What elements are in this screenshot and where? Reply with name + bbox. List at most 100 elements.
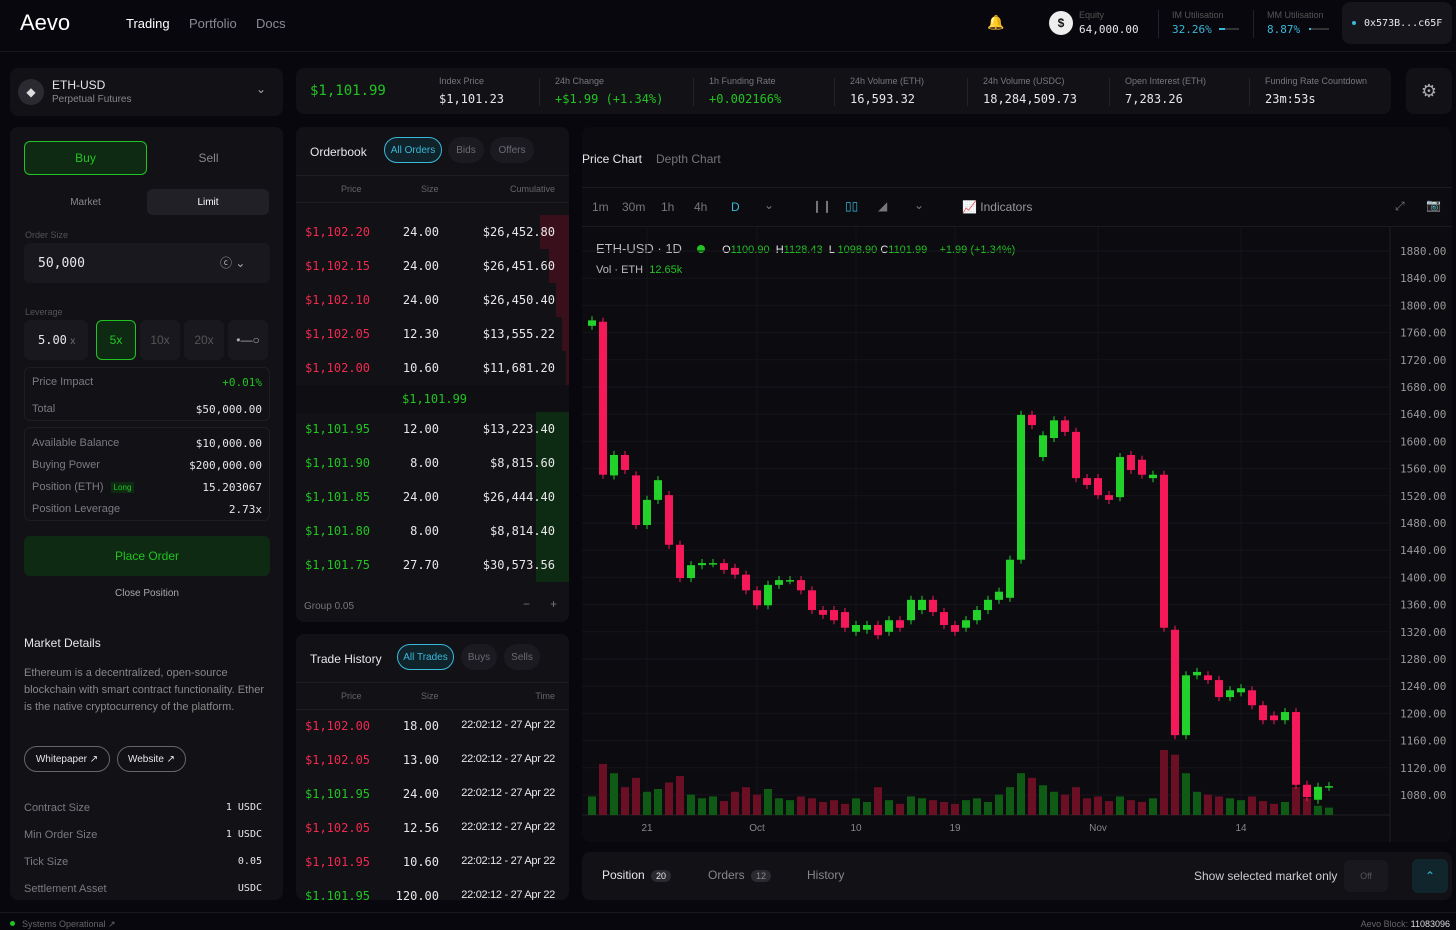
sell-tab[interactable]: Sell: [147, 141, 270, 175]
interval-1m[interactable]: 1m: [592, 200, 609, 214]
stat-value: 16,593.32: [850, 92, 924, 106]
orderbook-row[interactable]: $1,102.0010.60$11,681.20: [296, 351, 569, 385]
tab-price-chart[interactable]: Price Chart: [582, 152, 642, 166]
camera-icon[interactable]: 📷: [1426, 198, 1441, 212]
interval-30m[interactable]: 30m: [622, 200, 645, 214]
close-position-button[interactable]: Close Position: [24, 582, 270, 604]
volume-bar: [610, 773, 618, 815]
orderbook-row[interactable]: $1,102.1024.00$26,450.40: [296, 283, 569, 317]
candlestick-chart[interactable]: 1880.001840.001800.001760.001720.001680.…: [582, 227, 1452, 842]
price: $1,101.95: [305, 855, 370, 869]
volume-bar: [808, 798, 816, 815]
nav-trading[interactable]: Trading: [126, 16, 170, 31]
volume-bar: [962, 800, 970, 815]
candle-style-icon[interactable]: ▯▯: [845, 199, 858, 213]
interval-dropdown-icon[interactable]: ⌄: [764, 198, 774, 212]
divider: [1109, 78, 1110, 106]
settings-button[interactable]: ⚙: [1406, 68, 1452, 114]
tab-all-trades[interactable]: All Trades: [397, 644, 454, 670]
show-selected-toggle[interactable]: Off: [1344, 860, 1388, 892]
fullscreen-icon[interactable]: ⤢: [1395, 199, 1405, 214]
tab-depth-chart[interactable]: Depth Chart: [656, 152, 721, 166]
bar-style-icon[interactable]: ❙❙: [812, 199, 832, 213]
market-selector[interactable]: ◆ ETH-USD Perpetual Futures ⌄: [10, 68, 283, 116]
mm-bar: [1309, 28, 1329, 30]
logo[interactable]: Aevo: [20, 10, 70, 36]
market-tab[interactable]: Market: [24, 189, 147, 215]
indicators-button[interactable]: 📈 Indicators: [962, 200, 1032, 214]
nav-portfolio[interactable]: Portfolio: [189, 16, 237, 31]
leverage-input[interactable]: 5.00 x: [24, 320, 88, 360]
candle: [720, 563, 728, 570]
leverage-5x[interactable]: 5x: [96, 320, 136, 360]
leverage-10x[interactable]: 10x: [140, 320, 180, 360]
tab-offers[interactable]: Offers: [490, 137, 534, 163]
candle: [654, 480, 662, 500]
tab-history[interactable]: History: [807, 868, 844, 882]
orderbook-row[interactable]: $1,102.2024.00$26,452.80: [296, 215, 569, 249]
chart-style-dropdown-icon[interactable]: ⌄: [914, 198, 924, 212]
candle: [1325, 786, 1333, 788]
wallet-button[interactable]: 0x573B...c65F: [1342, 2, 1452, 44]
interval-1h[interactable]: 1h: [661, 200, 674, 214]
expand-button[interactable]: ⌃: [1412, 859, 1448, 893]
volume-bar: [951, 804, 959, 815]
orderbook-row[interactable]: $1,101.808.00$8,814.40: [296, 514, 569, 548]
im-label: IM Utilisation: [1172, 10, 1224, 20]
candle: [896, 620, 904, 627]
orderbook-row[interactable]: $1,101.8524.00$26,444.40: [296, 480, 569, 514]
group-minus-button[interactable]: −: [523, 597, 530, 611]
whitepaper-link[interactable]: Whitepaper ↗: [24, 746, 110, 772]
stats-bar: $1,101.99 Index Price$1,101.2324h Change…: [296, 68, 1391, 114]
candle: [1050, 420, 1058, 438]
volume-bar: [1006, 787, 1014, 815]
orderbook-row[interactable]: $1,102.0512.30$13,555.22: [296, 317, 569, 351]
candle: [1204, 675, 1212, 680]
limit-tab[interactable]: Limit: [147, 189, 269, 215]
tab-all-orders[interactable]: All Orders: [384, 137, 442, 163]
system-status-link[interactable]: Systems Operational ↗: [22, 919, 116, 930]
volume-bar: [687, 795, 695, 815]
x-tick-label: 21: [641, 823, 653, 834]
trade-row: $1,102.0513.0022:02:12 - 27 Apr 22: [296, 743, 569, 777]
volume-bar: [1226, 798, 1234, 815]
tab-buys[interactable]: Buys: [461, 644, 497, 670]
tab-position[interactable]: Position 20: [602, 868, 671, 882]
orderbook-row[interactable]: $1,101.7527.70$30,573.56: [296, 548, 569, 582]
im-bar: [1219, 28, 1239, 30]
size: 10.60: [403, 855, 439, 869]
group-plus-button[interactable]: +: [550, 597, 557, 611]
orderbook-row[interactable]: $1,101.908.00$8,815.60: [296, 446, 569, 480]
place-order-button[interactable]: Place Order: [24, 536, 270, 576]
im-value: 32.26%: [1172, 23, 1212, 36]
usdc-select[interactable]: ⓒ ⌄: [220, 254, 245, 271]
price: $1,101.85: [305, 490, 370, 504]
order-size-input[interactable]: 50,000 ⓒ ⌄: [24, 243, 270, 283]
y-tick-label: 1400.00: [1400, 571, 1446, 584]
tab-orders[interactable]: Orders 12: [708, 868, 771, 882]
bell-icon[interactable]: 🔔: [987, 14, 1004, 31]
x-tick-label: 19: [949, 823, 961, 834]
volume-bar: [874, 787, 882, 815]
mm-label: MM Utilisation: [1267, 10, 1324, 20]
area-style-icon[interactable]: ◢: [878, 199, 887, 213]
volume-bar: [918, 798, 926, 815]
buy-tab[interactable]: Buy: [24, 141, 147, 175]
orderbook-row[interactable]: $1,101.9512.00$13,223.40: [296, 412, 569, 446]
candle: [951, 625, 959, 632]
candle: [786, 580, 794, 582]
interval-d[interactable]: D: [731, 200, 740, 214]
candle: [1182, 675, 1190, 735]
stat-value: 23m:53s: [1265, 92, 1367, 106]
website-link[interactable]: Website ↗: [117, 746, 186, 772]
tab-bids[interactable]: Bids: [448, 137, 484, 163]
leverage-slider-icon[interactable]: •—○: [228, 320, 268, 360]
volume-bar: [1105, 801, 1113, 815]
interval-4h[interactable]: 4h: [694, 200, 707, 214]
leverage-20x[interactable]: 20x: [184, 320, 224, 360]
nav-docs[interactable]: Docs: [256, 16, 286, 31]
price: $1,102.05: [305, 327, 370, 341]
candle: [1193, 672, 1201, 675]
tab-sells[interactable]: Sells: [504, 644, 540, 670]
orderbook-row[interactable]: $1,102.1524.00$26,451.60: [296, 249, 569, 283]
